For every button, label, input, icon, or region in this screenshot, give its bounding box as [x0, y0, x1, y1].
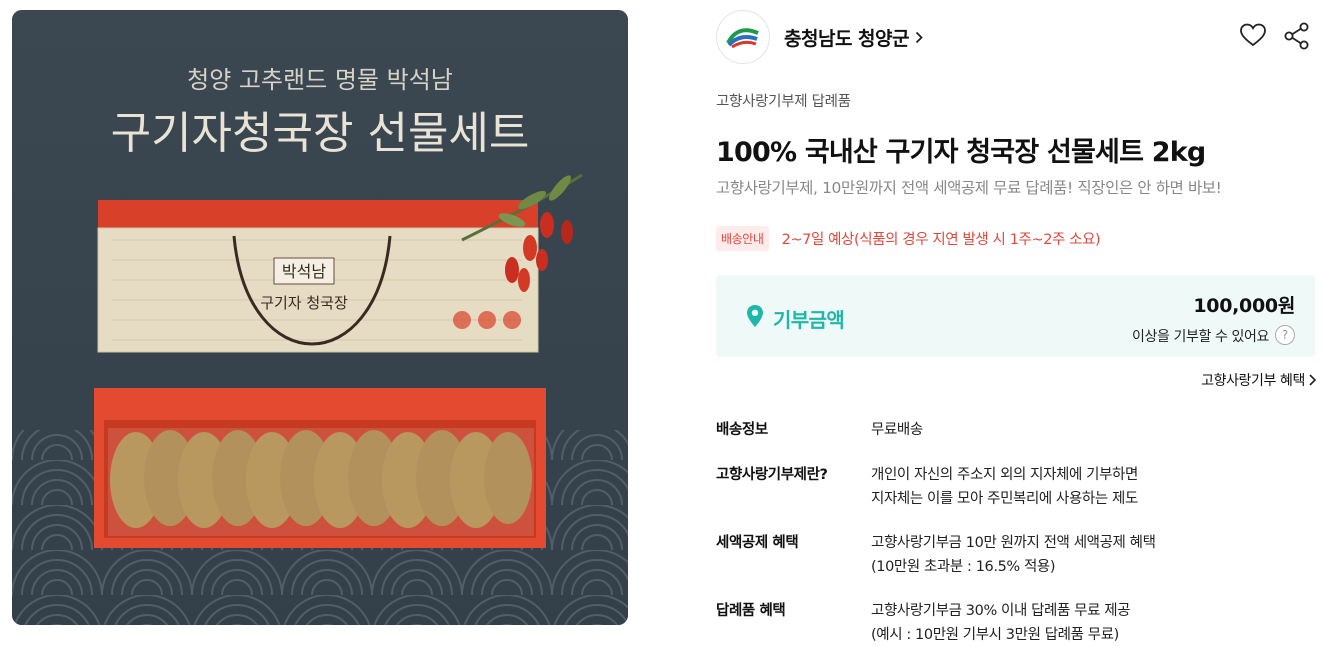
product-info-panel: 충청남도 청양군 고향사랑기부제 답례품 100% 국내산 구기자 청국장 선물… [716, 10, 1316, 643]
donation-note: 이상을 기부할 수 있어요 [1132, 329, 1269, 345]
product-category: 고향사랑기부제 답례품 [716, 94, 851, 110]
box-brand: 박석남 [282, 262, 326, 281]
info-value-line: 고향사랑기부금 30% 이내 답례품 무료 제공 [871, 603, 1131, 619]
packaged-chunggukjang [108, 428, 534, 536]
product-title: 100% 국내산 구기자 청국장 선물세트 2kg [716, 137, 1206, 168]
info-value: 무료배송 [871, 418, 923, 442]
seller-name-link[interactable]: 충청남도 청양군 [784, 24, 923, 51]
product-photo: 청양 고추랜드 명물 박석남 구기자청국장 선물세트 박석남 구기자 청국장 [12, 10, 628, 625]
info-value: 고향사랑기부금 30% 이내 답례품 무료 제공 (예시 : 10만원 기부시 … [871, 599, 1131, 647]
chevron-right-icon [1309, 374, 1316, 386]
donation-amount: 100,000원 [1193, 295, 1295, 317]
chevron-right-icon [915, 31, 923, 44]
info-value-line: (예시 : 10만원 기부시 3만원 답례품 무료) [871, 627, 1119, 643]
info-value-line: 개인이 자신의 주소지 외의 지자체에 기부하면 [871, 467, 1138, 483]
seller-name: 충청남도 청양군 [784, 28, 909, 50]
donation-label: 기부금액 [773, 308, 845, 332]
info-label: 고향사랑기부제란? [716, 467, 828, 483]
share-icon[interactable] [1283, 22, 1311, 50]
image-headline-large: 구기자청국장 선물세트 [111, 108, 530, 159]
county-logo-icon[interactable] [716, 10, 770, 64]
location-pin-icon [747, 305, 763, 327]
info-value: 고향사랑기부금 10만 원까지 전액 세액공제 혜택 (10만원 초과분 : 1… [871, 531, 1156, 579]
shipping-badge: 배송안내 [716, 225, 769, 251]
info-label: 답례품 혜택 [716, 603, 786, 619]
image-headline-small: 청양 고추랜드 명물 박석남 [187, 66, 453, 94]
info-value-line: 지자체는 이를 모아 주민복리에 사용하는 제도 [871, 491, 1138, 507]
box-product: 구기자 청국장 [260, 294, 348, 312]
info-label: 배송정보 [716, 422, 768, 438]
product-subtitle: 고향사랑기부제, 10만원까지 전액 세액공제 무료 답례품! 직장인은 안 하… [716, 179, 1222, 197]
product-image[interactable]: 청양 고추랜드 명물 박석남 구기자청국장 선물세트 박석남 구기자 청국장 [12, 10, 628, 625]
info-value-line: 무료배송 [871, 422, 923, 438]
help-icon[interactable]: ? [1275, 325, 1295, 345]
benefit-link[interactable]: 고향사랑기부 혜택 [1201, 370, 1316, 390]
shipping-row: 배송안내 2~7일 예상(식품의 경우 지연 발생 시 1주~2주 소요) [716, 225, 1101, 251]
info-value-line: 고향사랑기부금 10만 원까지 전액 세액공제 혜택 [871, 535, 1156, 551]
benefit-link-label: 고향사랑기부 혜택 [1201, 373, 1305, 389]
seller-row: 충청남도 청양군 [716, 10, 1316, 64]
info-label: 세액공제 혜택 [716, 535, 799, 551]
heart-icon[interactable] [1239, 22, 1267, 50]
shipping-estimate: 2~7일 예상(식품의 경우 지연 발생 시 1주~2주 소요) [781, 231, 1101, 248]
info-value-line: (10만원 초과분 : 16.5% 적용) [871, 559, 1056, 575]
info-value: 개인이 자신의 주소지 외의 지자체에 기부하면 지자체는 이를 모아 주민복리… [871, 463, 1138, 511]
donation-box: 기부금액 100,000원 이상을 기부할 수 있어요 ? [716, 275, 1315, 357]
